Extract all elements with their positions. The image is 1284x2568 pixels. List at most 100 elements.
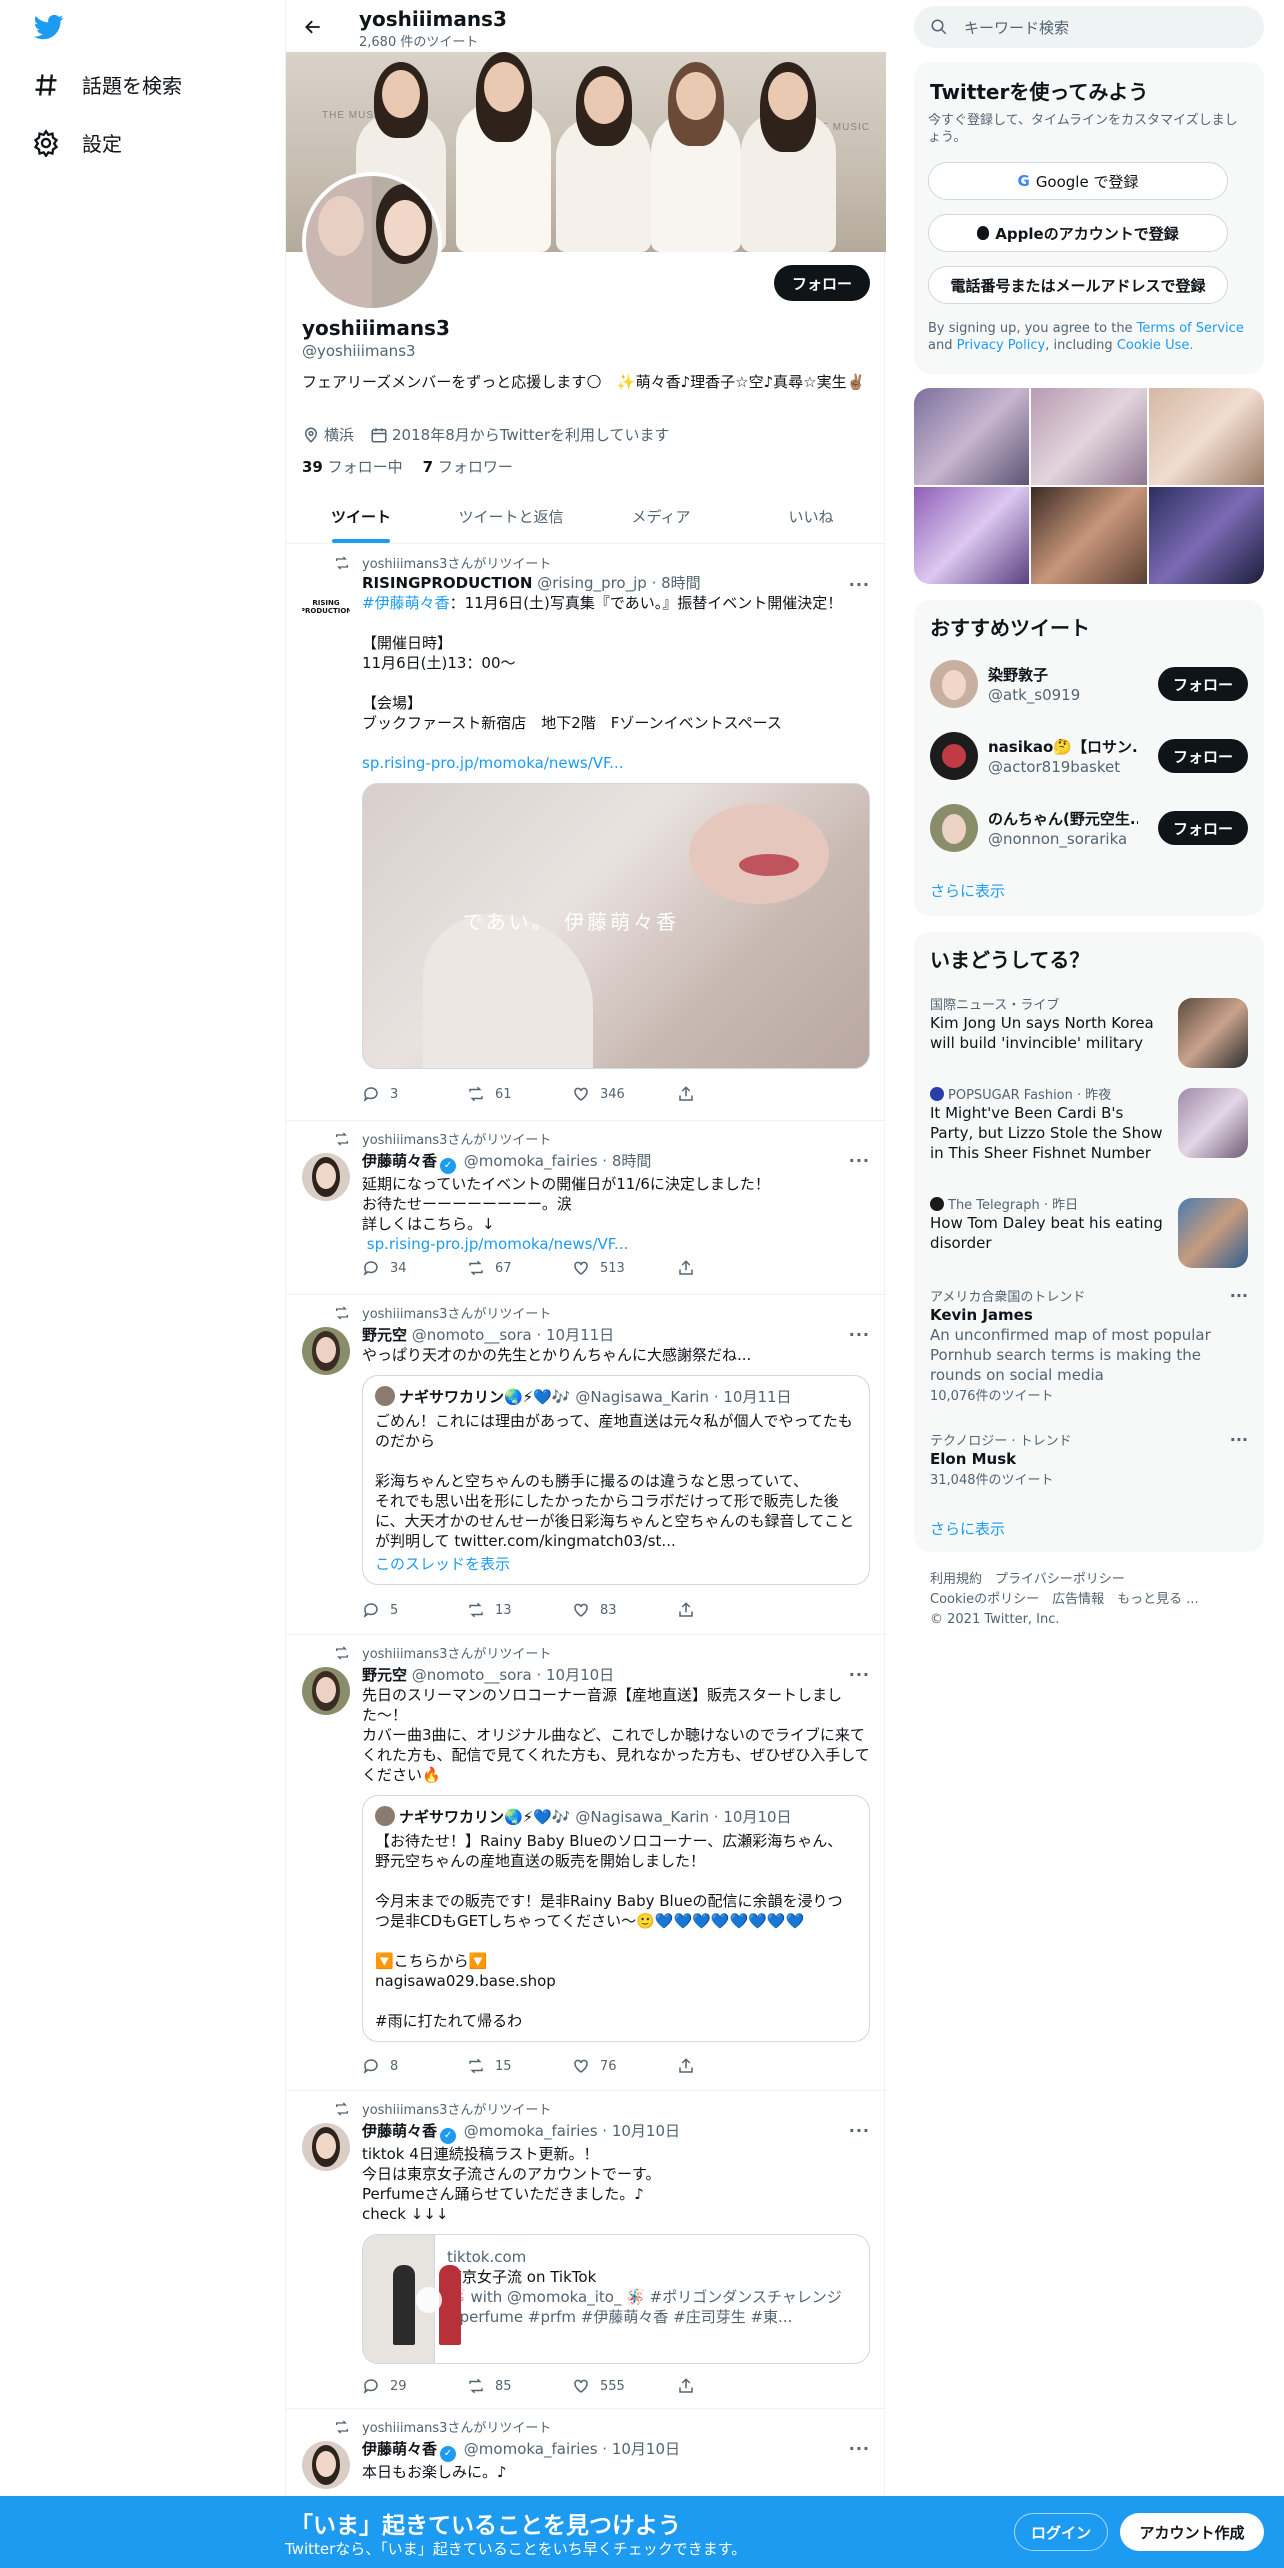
profile-avatar[interactable] — [302, 172, 442, 312]
retweet-button[interactable]: 85 — [467, 2377, 572, 2395]
tweet[interactable]: yoshiiimans3さんがリツイート ··· 伊藤萌々香 ✓ @momoka_… — [286, 2091, 886, 2409]
tweet-link[interactable]: sp.rising-pro.jp/momoka/news/VF... — [362, 1235, 629, 1253]
retweet-button[interactable]: 15 — [467, 2057, 572, 2075]
like-button[interactable]: 76 — [572, 2057, 677, 2075]
recommend-show-more[interactable]: さらに表示 — [930, 880, 1005, 901]
like-button[interactable]: 513 — [572, 1259, 677, 1277]
tweet[interactable]: yoshiiimans3さんがリツイート ··· 野元空 @nomoto__so… — [286, 1635, 886, 2091]
tweet-author-name[interactable]: 野元空 — [362, 1666, 407, 1684]
search-box[interactable]: キーワード検索 — [914, 6, 1264, 48]
media-thumbnail[interactable] — [1148, 388, 1264, 485]
footer-line[interactable]: Cookieのポリシー 広告情報 もっと見る ... — [930, 1590, 1199, 1610]
twitter-logo-icon[interactable] — [32, 12, 66, 42]
retweet-button[interactable]: 61 — [467, 1085, 572, 1103]
media-thumbnail[interactable] — [914, 388, 1030, 485]
quoted-tweet[interactable]: ナギサワカリン🌏⚡💙🎶 @Nagisawa_Karin · 10月10日 【お待… — [362, 1795, 870, 2042]
hashtag-link[interactable]: #伊藤萌々香 — [362, 594, 450, 612]
follow-button[interactable]: フォロー — [774, 265, 870, 301]
tweet-author-handle[interactable]: @momoka_fairies — [464, 1152, 598, 1170]
media-thumbnail[interactable] — [1031, 487, 1147, 584]
reply-button[interactable]: 29 — [362, 2377, 467, 2395]
recommend-user[interactable]: のんちゃん(野元空生... @nonnon_sorarika フォロー — [930, 798, 1248, 858]
phone-email-signup-button[interactable]: 電話番号またはメールアドレスで登録 — [928, 266, 1228, 304]
create-account-button[interactable]: アカウント作成 — [1120, 2513, 1264, 2551]
like-button[interactable]: 83 — [572, 1601, 677, 1619]
media-thumbnail[interactable] — [914, 487, 1030, 584]
recommend-user[interactable]: 染野敦子 @atk_s0919 フォロー — [930, 654, 1248, 714]
tweet-time[interactable]: · 10月10日 — [536, 1666, 614, 1684]
tweet-time[interactable]: · 10月10日 — [602, 2440, 680, 2458]
share-button[interactable] — [677, 2377, 782, 2395]
tweet-avatar[interactable]: RISING PRODUCTION — [302, 583, 350, 631]
tweet-avatar[interactable] — [302, 1327, 350, 1375]
like-button[interactable]: 555 — [572, 2377, 677, 2395]
tweet-time[interactable]: · 10月10日 — [602, 2122, 680, 2140]
google-signup-button[interactable]: G Google で登録 — [928, 162, 1228, 200]
trend-item[interactable]: アメリカ合衆国のトレンド Kevin James An unconfirmed … — [930, 1286, 1248, 1406]
share-button[interactable] — [677, 1601, 782, 1619]
trend-more-button[interactable]: ··· — [1230, 1430, 1248, 1449]
tweet-author-name[interactable]: RISINGPRODUCTION — [362, 574, 532, 592]
tweet-avatar[interactable] — [302, 1153, 350, 1201]
apple-signup-button[interactable]: Appleのアカウントで登録 — [928, 214, 1228, 252]
tweet-link[interactable]: sp.rising-pro.jp/momoka/news/VF... — [362, 754, 624, 772]
trends-show-more[interactable]: さらに表示 — [930, 1518, 1005, 1539]
trend-more-button[interactable]: ··· — [1230, 1286, 1248, 1305]
login-button[interactable]: ログイン — [1014, 2513, 1108, 2551]
quoted-tweet[interactable]: ナギサワカリン🌏⚡💙🎶 @Nagisawa_Karin · 10月11日 ごめん… — [362, 1375, 870, 1585]
tweet[interactable]: yoshiiimans3さんがリツイート ··· 伊藤萌々香 ✓ @momoka_… — [286, 2409, 886, 2499]
tweet-time[interactable]: · 8時間 — [602, 1152, 651, 1170]
media-thumbnail[interactable] — [1031, 388, 1147, 485]
tweet-author-name[interactable]: 伊藤萌々香 — [362, 2440, 437, 2458]
back-button[interactable] — [298, 12, 328, 42]
tweet[interactable]: yoshiiimans3さんがリツイート RISING PRODUCTION ··… — [286, 545, 886, 1121]
followers-link[interactable]: 7 フォロワー — [423, 456, 513, 477]
tweet-time[interactable]: · 8時間 — [652, 574, 701, 592]
terms-link[interactable]: Terms of Service — [1137, 321, 1244, 336]
nav-explore[interactable]: 話題を検索 — [32, 70, 182, 99]
reply-button[interactable]: 34 — [362, 1259, 467, 1277]
share-button[interactable] — [677, 2057, 782, 2075]
tweet-author-handle[interactable]: @nomoto__sora — [412, 1326, 532, 1344]
share-button[interactable] — [677, 1085, 782, 1103]
link-card[interactable]: tiktok.com 東京女子流 on TikTok 🪅 with @momok… — [362, 2234, 870, 2364]
cookie-link[interactable]: Cookie Use. — [1117, 338, 1194, 353]
tweet-avatar[interactable] — [302, 2441, 350, 2489]
retweet-button[interactable]: 13 — [467, 1601, 572, 1619]
footer-line[interactable]: 利用規約 プライバシーポリシー — [930, 1570, 1199, 1590]
tweet[interactable]: yoshiiimans3さんがリツイート ··· 伊藤萌々香 ✓ @momoka_… — [286, 1121, 886, 1295]
tweet-author-handle[interactable]: @rising_pro_jp — [537, 574, 647, 592]
tweet-author-name[interactable]: 野元空 — [362, 1326, 407, 1344]
retweet-button[interactable]: 67 — [467, 1259, 572, 1277]
following-link[interactable]: 39 フォロー中 — [302, 456, 403, 477]
tab-media[interactable]: メディア — [586, 490, 736, 543]
tweet-author-handle[interactable]: @momoka_fairies — [464, 2122, 598, 2140]
recommend-follow-button[interactable]: フォロー — [1158, 739, 1248, 773]
tab-tweets[interactable]: ツイート — [286, 490, 436, 543]
trend-item[interactable]: POPSUGAR Fashion · 昨夜 It Might've Been C… — [930, 1084, 1248, 1174]
show-thread-link[interactable]: このスレッドを表示 — [375, 1553, 857, 1574]
tab-likes[interactable]: いいね — [736, 490, 886, 543]
trend-item[interactable]: 国際ニュース・ライブ Kim Jong Un says North Korea … — [930, 994, 1248, 1068]
tweet-author-name[interactable]: 伊藤萌々香 — [362, 2122, 437, 2140]
tweet-image[interactable]: であい。 伊藤萌々香 — [362, 783, 870, 1069]
recommend-user[interactable]: nasikao🤔【ロサン... @actor819basket フォロー — [930, 726, 1248, 786]
nav-settings[interactable]: 設定 — [32, 128, 122, 157]
share-button[interactable] — [677, 1259, 782, 1277]
reply-button[interactable]: 3 — [362, 1085, 467, 1103]
tweet-time[interactable]: · 10月11日 — [536, 1326, 614, 1344]
recommend-follow-button[interactable]: フォロー — [1158, 811, 1248, 845]
privacy-link[interactable]: Privacy Policy — [957, 338, 1046, 353]
tab-tweets-replies[interactable]: ツイートと返信 — [436, 490, 586, 543]
tweet-author-name[interactable]: 伊藤萌々香 — [362, 1152, 437, 1170]
trend-item[interactable]: The Telegraph · 昨日 How Tom Daley beat hi… — [930, 1194, 1248, 1268]
tweet-avatar[interactable] — [302, 1667, 350, 1715]
media-grid[interactable] — [914, 388, 1264, 584]
reply-button[interactable]: 5 — [362, 1601, 467, 1619]
media-thumbnail[interactable] — [1148, 487, 1264, 584]
reply-button[interactable]: 8 — [362, 2057, 467, 2075]
tweet[interactable]: yoshiiimans3さんがリツイート ··· 野元空 @nomoto__so… — [286, 1295, 886, 1635]
like-button[interactable]: 346 — [572, 1085, 677, 1103]
tweet-author-handle[interactable]: @nomoto__sora — [412, 1666, 532, 1684]
trend-item[interactable]: テクノロジー · トレンド Elon Musk 31,048件のツイート ··· — [930, 1430, 1248, 1490]
